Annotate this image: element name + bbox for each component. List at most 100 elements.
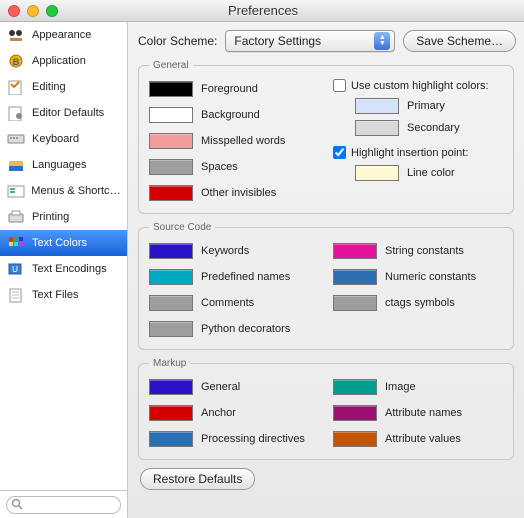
color-label: Attribute values	[385, 433, 461, 445]
color-label: Foreground	[201, 83, 258, 95]
window-close-button[interactable]	[8, 5, 20, 17]
markup-row: Anchor	[149, 403, 319, 423]
color-swatch[interactable]	[149, 243, 193, 259]
sidebar-icon	[6, 130, 26, 148]
sidebar-icon	[6, 104, 26, 122]
sidebar-item-label: Text Files	[32, 289, 78, 301]
line-color-label: Line color	[407, 167, 455, 179]
color-label: Keywords	[201, 245, 249, 257]
color-swatch[interactable]	[333, 405, 377, 421]
highlight-insertion-label: Highlight insertion point:	[351, 147, 468, 159]
secondary-label: Secondary	[407, 122, 460, 134]
search-input[interactable]	[6, 496, 121, 514]
color-label: Attribute names	[385, 407, 462, 419]
color-label: Numeric constants	[385, 271, 476, 283]
markup-group: Markup General Anchor Processing directive…	[138, 358, 514, 460]
sidebar-item-printing[interactable]: Printing	[0, 204, 127, 230]
sidebar-item-application[interactable]: BApplication	[0, 48, 127, 74]
color-label: ctags symbols	[385, 297, 455, 309]
markup-legend: Markup	[149, 358, 190, 369]
sidebar-icon	[6, 78, 26, 96]
svg-text:B: B	[13, 57, 20, 67]
use-custom-highlight-checkbox[interactable]	[333, 79, 346, 92]
sidebar-item-label: Keyboard	[32, 133, 79, 145]
source-row: Predefined names	[149, 267, 319, 287]
sidebar-item-menus-shortcuts[interactable]: Menus & Shortcuts	[0, 178, 127, 204]
primary-label: Primary	[407, 100, 445, 112]
sidebar-item-text-encodings[interactable]: U Text Encodings	[0, 256, 127, 282]
sidebar-icon: B	[6, 52, 26, 70]
color-label: Python decorators	[201, 323, 290, 335]
source-row: Keywords	[149, 241, 319, 261]
sidebar-item-label: Printing	[32, 211, 69, 223]
sidebar-icon	[6, 26, 26, 44]
restore-defaults-button[interactable]: Restore Defaults	[140, 468, 255, 490]
sidebar-item-editing[interactable]: Editing	[0, 74, 127, 100]
color-label: Image	[385, 381, 416, 393]
color-swatch[interactable]	[149, 379, 193, 395]
color-swatch[interactable]	[149, 431, 193, 447]
color-scheme-value: Factory Settings	[234, 34, 374, 48]
sidebar-item-label: Editor Defaults	[32, 107, 104, 119]
color-swatch[interactable]	[149, 295, 193, 311]
sidebar-icon	[6, 156, 26, 174]
window-titlebar: Preferences	[0, 0, 524, 22]
color-swatch[interactable]	[149, 269, 193, 285]
markup-row: Image	[333, 377, 503, 397]
updown-icon: ▲▼	[374, 32, 390, 50]
save-scheme-button[interactable]: Save Scheme…	[403, 30, 516, 52]
color-scheme-select[interactable]: Factory Settings ▲▼	[225, 30, 395, 52]
search-icon	[11, 498, 23, 513]
color-swatch[interactable]	[149, 107, 193, 123]
sidebar-item-label: Text Colors	[32, 237, 87, 249]
color-label: Processing directives	[201, 433, 305, 445]
color-swatch[interactable]	[149, 185, 193, 201]
sidebar-icon	[6, 286, 26, 304]
sidebar-icon: U	[6, 260, 26, 278]
source-code-legend: Source Code	[149, 222, 215, 233]
general-row: Background	[149, 105, 319, 125]
markup-row: Attribute names	[333, 403, 503, 423]
color-swatch[interactable]	[333, 295, 377, 311]
general-legend: General	[149, 60, 193, 71]
color-label: Predefined names	[201, 271, 290, 283]
color-swatch[interactable]	[333, 431, 377, 447]
color-swatch[interactable]	[333, 379, 377, 395]
sidebar-item-text-files[interactable]: Text Files	[0, 282, 127, 308]
sidebar-item-label: Text Encodings	[32, 263, 107, 275]
color-swatch[interactable]	[149, 405, 193, 421]
sidebar-item-keyboard[interactable]: Keyboard	[0, 126, 127, 152]
color-label: Other invisibles	[201, 187, 276, 199]
use-custom-highlight-label: Use custom highlight colors:	[351, 80, 489, 92]
sidebar-item-appearance[interactable]: Appearance	[0, 22, 127, 48]
color-swatch[interactable]	[149, 133, 193, 149]
color-label: Background	[201, 109, 260, 121]
color-swatch[interactable]	[149, 321, 193, 337]
line-color-swatch[interactable]	[355, 165, 399, 181]
sidebar-icon	[6, 182, 25, 200]
window-zoom-button[interactable]	[46, 5, 58, 17]
sidebar-item-languages[interactable]: Languages	[0, 152, 127, 178]
general-group: General ForegroundBackgroundMisspelled w…	[138, 60, 514, 214]
highlight-insertion-checkbox[interactable]	[333, 146, 346, 159]
sidebar-item-label: Appearance	[32, 29, 91, 41]
color-swatch[interactable]	[149, 159, 193, 175]
sidebar-item-editor-defaults[interactable]: Editor Defaults	[0, 100, 127, 126]
color-label: General	[201, 381, 240, 393]
secondary-color-swatch[interactable]	[355, 120, 399, 136]
general-row: Foreground	[149, 79, 319, 99]
primary-color-swatch[interactable]	[355, 98, 399, 114]
sidebar-item-text-colors[interactable]: Text Colors	[0, 230, 127, 256]
window-minimize-button[interactable]	[27, 5, 39, 17]
sidebar-item-label: Menus & Shortcuts	[31, 185, 121, 197]
markup-row: Processing directives	[149, 429, 319, 449]
color-swatch[interactable]	[333, 269, 377, 285]
source-row: Numeric constants	[333, 267, 503, 287]
sidebar-item-label: Languages	[32, 159, 86, 171]
svg-text:U: U	[12, 265, 18, 274]
color-swatch[interactable]	[333, 243, 377, 259]
sidebar-item-label: Editing	[32, 81, 66, 93]
color-label: String constants	[385, 245, 464, 257]
color-swatch[interactable]	[149, 81, 193, 97]
source-row: ctags symbols	[333, 293, 503, 313]
